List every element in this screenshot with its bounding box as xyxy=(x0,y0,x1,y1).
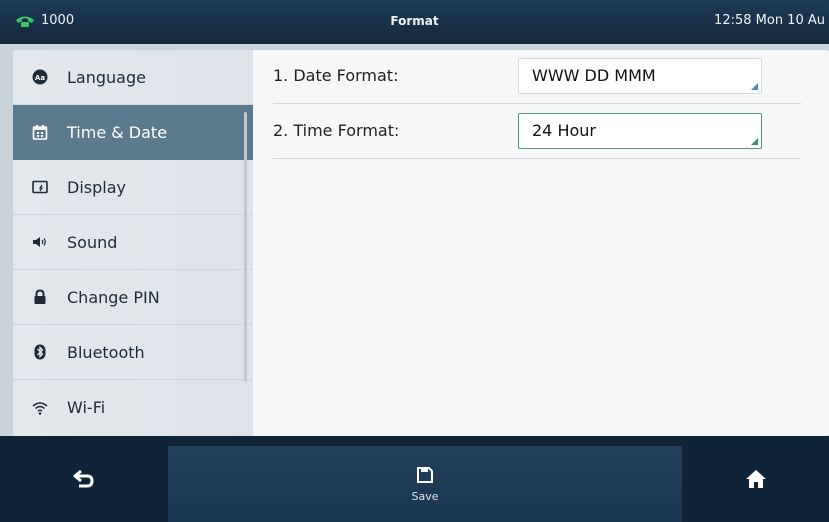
speaker-icon xyxy=(31,233,49,251)
dropdown-corner-icon xyxy=(751,138,758,145)
wifi-icon xyxy=(31,399,49,417)
sidebar: Aa Language Time & Date Display Sound Ch… xyxy=(13,50,253,436)
sidebar-item-wifi[interactable]: Wi-Fi xyxy=(13,380,253,435)
language-icon: Aa xyxy=(31,68,49,86)
date-format-row: 1. Date Format: WWW DD MMM xyxy=(273,50,801,104)
time-format-value: 24 Hour xyxy=(532,121,596,140)
save-icon xyxy=(417,466,433,483)
sidebar-item-sound[interactable]: Sound xyxy=(13,215,253,270)
time-format-row: 2. Time Format: 24 Hour xyxy=(273,105,801,159)
sidebar-item-label: Wi-Fi xyxy=(67,398,106,417)
sidebar-item-language[interactable]: Aa Language xyxy=(13,50,253,105)
settings-content: 1. Date Format: WWW DD MMM 2. Time Forma… xyxy=(253,50,829,436)
sidebar-item-display[interactable]: Display xyxy=(13,160,253,215)
time-format-select[interactable]: 24 Hour xyxy=(518,113,762,149)
home-button[interactable] xyxy=(682,436,829,522)
clock: 12:58 Mon 10 Au xyxy=(714,13,825,28)
main-panel: Aa Language Time & Date Display Sound Ch… xyxy=(13,50,829,436)
date-format-select[interactable]: WWW DD MMM xyxy=(518,58,762,94)
save-label: Save xyxy=(411,489,439,503)
status-bar: 1000 Format 12:58 Mon 10 Au xyxy=(0,0,829,44)
display-icon xyxy=(31,178,49,196)
sidebar-item-bluetooth[interactable]: Bluetooth xyxy=(13,325,253,380)
save-button[interactable]: Save xyxy=(168,446,682,522)
sidebar-item-label: Bluetooth xyxy=(67,342,145,362)
time-format-label: 2. Time Format: xyxy=(273,121,400,140)
sidebar-item-label: Sound xyxy=(67,232,118,252)
sidebar-item-time-date[interactable]: Time & Date xyxy=(13,105,253,160)
bluetooth-icon xyxy=(31,343,49,361)
sidebar-item-change-pin[interactable]: Change PIN xyxy=(13,270,253,325)
sidebar-item-label: Language xyxy=(67,67,146,87)
softkey-bar: Save xyxy=(0,436,829,522)
sidebar-scrollbar[interactable] xyxy=(244,112,247,382)
svg-text:Aa: Aa xyxy=(35,74,45,82)
back-icon xyxy=(73,469,94,488)
date-format-label: 1. Date Format: xyxy=(273,66,399,85)
sidebar-item-label: Change PIN xyxy=(67,287,160,307)
lock-icon xyxy=(31,288,49,306)
home-icon xyxy=(745,470,766,488)
sidebar-item-label: Time & Date xyxy=(67,122,168,142)
dropdown-corner-icon xyxy=(751,83,758,90)
calendar-icon xyxy=(31,123,49,141)
sidebar-item-label: Display xyxy=(67,177,126,197)
date-format-value: WWW DD MMM xyxy=(532,66,656,85)
back-button[interactable] xyxy=(0,436,168,522)
screen-title: Format xyxy=(390,14,439,28)
